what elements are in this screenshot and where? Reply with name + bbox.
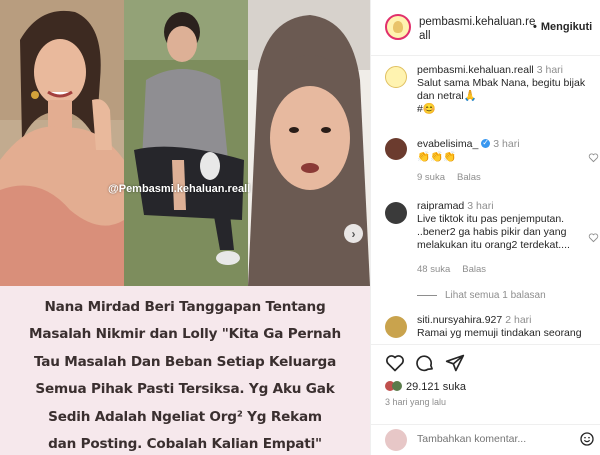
avatar (385, 429, 407, 451)
comment-text: 👏👏👏 (417, 151, 457, 163)
reply-link[interactable]: Balas (462, 264, 486, 275)
caption-line: Nana Mirdad Beri Tanggapan Tentang (44, 299, 326, 315)
comment-time: 2 hari (505, 314, 532, 326)
chevron-right-icon: › (351, 226, 356, 241)
avatar[interactable] (385, 66, 407, 88)
avatar (392, 381, 402, 391)
caption-line: Semua Pihak Pasti Tersiksa. Yg Aku Gak (35, 381, 335, 398)
likes-count[interactable]: 29.121 suka (385, 381, 466, 393)
heart-outline-icon[interactable] (588, 152, 599, 163)
comment-likes[interactable]: 48 suka (417, 264, 450, 275)
comment-username[interactable]: pembasmi.kehaluan.reall (417, 64, 534, 76)
comment-time: 3 hari (467, 200, 494, 212)
comment-body: pembasmi.kehaluan.reall 3 hari Salut sama… (417, 64, 587, 116)
separator-dot: • (533, 21, 537, 33)
comment-text: Live tiktok itu pas penjemputan. ..bener… (417, 213, 570, 251)
caption-line: Sedih Adalah Ngeliat Org² Yg Rekam (48, 408, 322, 425)
comment-body: siti.nursyahira.927 2 hari Ramai yg memuj… (417, 314, 587, 340)
post-caption-overlay: Nana Mirdad Beri Tanggapan Tentang Masal… (0, 286, 370, 455)
caption-line: dan Posting. Cobalah Kalian Empati" (48, 436, 322, 453)
comment-username[interactable]: evabelisima_ (417, 138, 478, 150)
comment-text: Ramai yg memuji tindakan seorang (417, 327, 582, 339)
heart-icon[interactable] (385, 353, 405, 373)
comment-time: 3 hari (536, 64, 563, 76)
emoji-icon[interactable] (579, 431, 595, 447)
follow-label: Mengikuti (540, 21, 593, 33)
photo-woman-hijab (248, 0, 370, 286)
post-media: @Pembasmi.kehaluan.reall › Nana Mirdad B… (0, 0, 370, 455)
header-username[interactable]: pembasmi.kehaluan.re all (419, 15, 535, 43)
comment-meta: 9 suka Balas (417, 172, 493, 183)
watermark-text: @Pembasmi.kehaluan.reall (108, 183, 251, 195)
comment-body: raipramad 3 hari Live tiktok itu pas penj… (417, 200, 587, 252)
share-icon[interactable] (445, 353, 465, 373)
follow-button[interactable]: • Mengikuti (533, 21, 592, 33)
comment-time: 3 hari (493, 138, 520, 150)
post-actions: 29.121 suka 3 hari yang lalu (371, 344, 600, 424)
avatar[interactable] (385, 138, 407, 160)
heart-outline-icon[interactable] (588, 232, 599, 243)
avatar[interactable] (385, 316, 407, 338)
add-comment-bar (371, 424, 600, 455)
avatar[interactable] (385, 14, 411, 40)
comment-meta: 48 suka Balas (417, 264, 498, 275)
comment-username[interactable]: siti.nursyahira.927 (417, 314, 502, 326)
comment-text: Salut sama Mbak Nana, begitu bijak dan n… (417, 77, 586, 102)
view-replies-link[interactable]: Lihat semua 1 balasan (417, 290, 546, 301)
photo-woman-smiling (0, 0, 124, 286)
comment-text-extra: #😊 (417, 103, 436, 115)
comment-input[interactable] (417, 433, 577, 445)
comments-panel: pembasmi.kehaluan.re all • Mengikuti pemb… (370, 0, 600, 455)
post-header: pembasmi.kehaluan.re all • Mengikuti (371, 0, 600, 56)
comment-icon[interactable] (415, 353, 435, 373)
caption-line: Tau Masalah Dan Beban Setiap Keluarga (33, 353, 337, 370)
comment-username[interactable]: raipramad (417, 200, 464, 212)
likes-count-text: 29.121 suka (406, 381, 466, 393)
photo-woman-sitting (124, 0, 248, 286)
photo-collage: @Pembasmi.kehaluan.reall › (0, 0, 370, 286)
verified-badge-icon (481, 136, 491, 149)
comment-likes[interactable]: 9 suka (417, 172, 445, 183)
comment-body: evabelisima_ 3 hari 👏👏👏 (417, 136, 587, 164)
post-date: 3 hari yang lalu (385, 397, 447, 407)
caption-line: Masalah Nikmir dan Lolly "Kita Ga Pernah (29, 326, 341, 343)
next-slide-button[interactable]: › (344, 224, 363, 243)
avatar[interactable] (385, 202, 407, 224)
reply-link[interactable]: Balas (457, 172, 481, 183)
